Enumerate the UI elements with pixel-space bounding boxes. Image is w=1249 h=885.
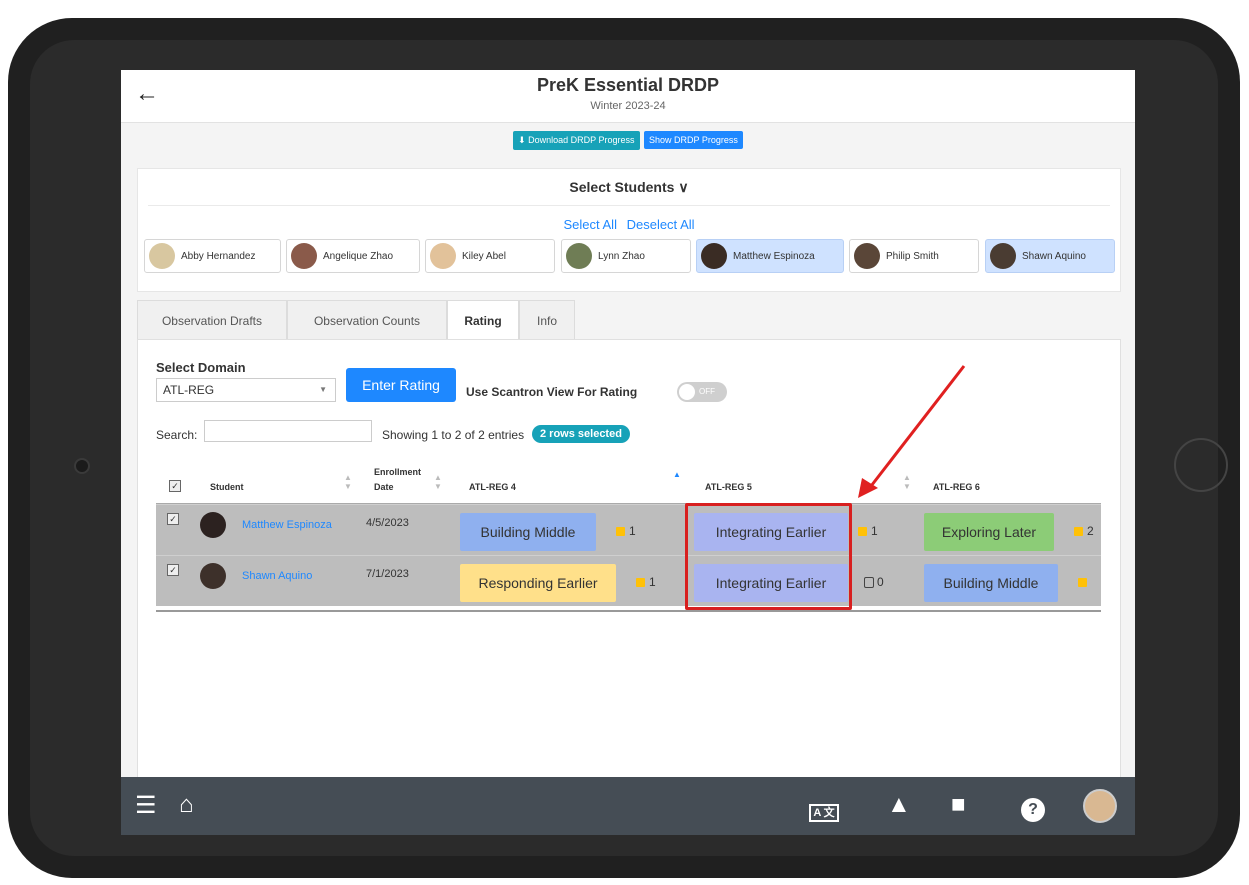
annotation-arrow: [858, 365, 966, 498]
